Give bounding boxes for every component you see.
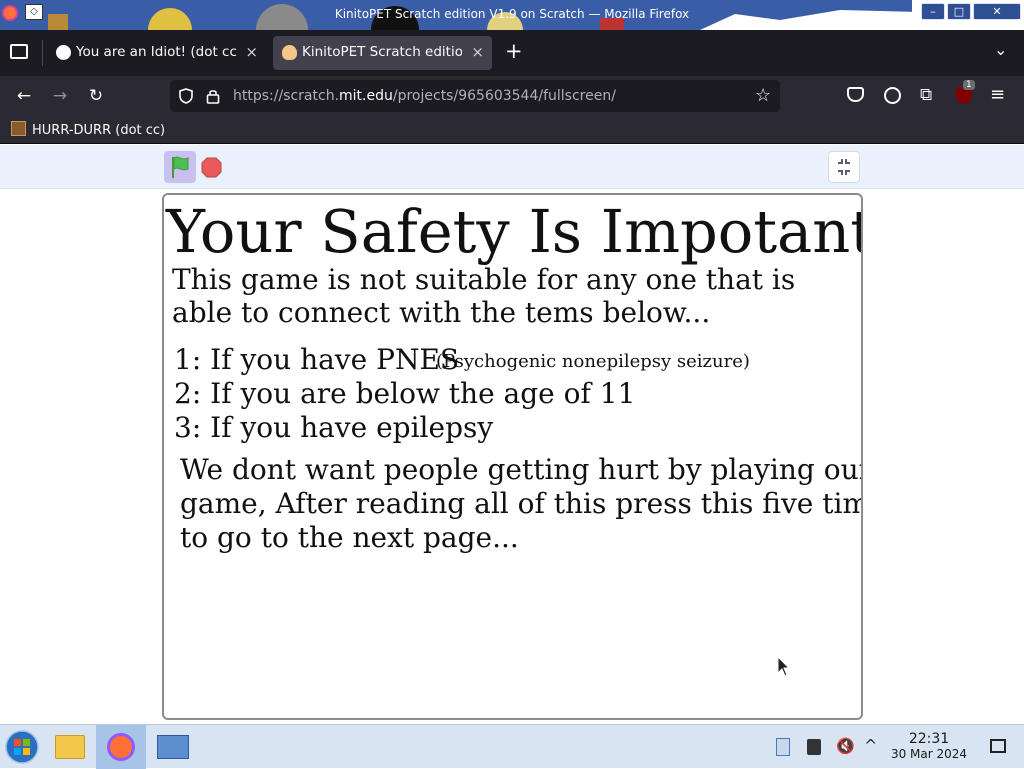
- chevron-up-icon[interactable]: ^: [864, 736, 877, 755]
- url-text[interactable]: https://scratch.mit.edu/projects/9656035…: [233, 88, 616, 104]
- clock-date: 30 Mar 2024: [890, 747, 968, 761]
- start-orb-icon: [5, 730, 39, 764]
- bookmark-star-icon[interactable]: ☆: [755, 85, 771, 106]
- green-flag-icon: [172, 156, 189, 178]
- tracking-protection-shield-icon[interactable]: [178, 88, 194, 104]
- clipboard-icon[interactable]: [776, 738, 790, 756]
- minimize-button[interactable]: –: [921, 3, 945, 20]
- hamburger-menu-icon[interactable]: ≡: [990, 84, 1005, 105]
- bookmark-favicon-icon: [11, 121, 26, 136]
- tab-close-icon[interactable]: ×: [471, 43, 484, 61]
- folder-icon: [55, 735, 85, 759]
- stop-sign-icon: [201, 157, 222, 178]
- window-title: KinitoPET Scratch edition V1.9 on Scratc…: [334, 7, 690, 21]
- requirement-item: 3: If you have epilepsy: [174, 411, 494, 444]
- close-window-button[interactable]: ✕: [973, 3, 1021, 20]
- list-all-tabs-chevron-down-icon[interactable]: ⌄: [994, 40, 1007, 59]
- firefox-icon: [107, 733, 135, 761]
- tab-kinitopet[interactable]: KinitoPET Scratch edition V1.9 on Scratc…: [273, 36, 492, 70]
- tab-label: You are an Idiot! (dot cc): [76, 44, 238, 60]
- storage-icon[interactable]: [807, 739, 821, 755]
- tab-divider: [42, 40, 43, 66]
- maximize-button[interactable]: □: [947, 3, 971, 20]
- pocket-icon[interactable]: [847, 87, 864, 102]
- exit-fullscreen-button[interactable]: [828, 151, 860, 183]
- stage-intro: This game is not suitable for any one th…: [172, 263, 795, 329]
- requirement-item: 2: If you are below the age of 11: [174, 377, 636, 410]
- start-button[interactable]: [0, 725, 50, 769]
- scratch-stage[interactable]: Your Safety Is Impotant. This game is no…: [162, 193, 863, 720]
- scratch-controls-bar: [0, 145, 1024, 189]
- new-tab-button[interactable]: +: [505, 39, 523, 63]
- tab-you-are-an-idiot[interactable]: You are an Idiot! (dot cc) ×: [47, 36, 266, 70]
- warning-line: to go to the next page...: [180, 521, 519, 554]
- taskbar-clock[interactable]: 22:31 30 Mar 2024: [888, 731, 970, 761]
- warning-line: We dont want people getting hurt by play…: [180, 453, 863, 486]
- tab-close-icon[interactable]: ×: [245, 43, 258, 61]
- green-flag-button[interactable]: [164, 151, 196, 183]
- bookmarks-toolbar: HURR-DURR (dot cc): [0, 116, 1024, 144]
- scratch-favicon-icon: [282, 45, 297, 60]
- smiley-favicon-icon: [56, 45, 71, 60]
- back-arrow-icon[interactable]: ←: [12, 84, 36, 108]
- pnes-note: (Psychogenic nonepilepsy seizure): [436, 351, 750, 372]
- taskbar-file-manager[interactable]: [46, 725, 96, 769]
- tab-list-icon[interactable]: [10, 44, 28, 59]
- intro-line: able to connect with the tems below...: [172, 296, 711, 329]
- show-desktop-icon[interactable]: [990, 739, 1006, 753]
- lock-icon[interactable]: [206, 88, 220, 104]
- stage-warning: We dont want people getting hurt by play…: [180, 453, 863, 555]
- taskbar-firefox[interactable]: [96, 725, 146, 769]
- intro-line: This game is not suitable for any one th…: [172, 263, 796, 296]
- stage-heading: Your Safety Is Impotant.: [166, 197, 863, 266]
- mouse-cursor-icon: [777, 656, 791, 677]
- tab-label: KinitoPET Scratch edition V1.9 on Scratc…: [302, 44, 462, 60]
- volume-muted-icon[interactable]: 🔇: [836, 737, 855, 755]
- window-titlebar[interactable]: ◇ KinitoPET Scratch edition V1.9 on Scra…: [0, 0, 1024, 30]
- extensions-puzzle-icon[interactable]: ⧉: [920, 85, 932, 105]
- extension-badge: 1: [963, 80, 975, 90]
- taskbar: 🔇 ^ 22:31 30 Mar 2024: [0, 724, 1024, 769]
- account-icon[interactable]: [884, 87, 901, 104]
- stop-button[interactable]: [201, 157, 222, 178]
- url-bar[interactable]: https://scratch.mit.edu/projects/9656035…: [170, 80, 780, 112]
- tab-strip: You are an Idiot! (dot cc) × KinitoPET S…: [0, 30, 1024, 76]
- exit-fullscreen-icon: [838, 159, 850, 175]
- warning-line: game, After reading all of this press th…: [180, 487, 863, 520]
- bookmark-hurr-durr[interactable]: HURR-DURR (dot cc): [11, 121, 165, 138]
- requirement-item: 1: If you have PNES: [174, 343, 460, 376]
- reload-icon[interactable]: ↻: [84, 84, 108, 108]
- clock-time: 22:31: [908, 731, 950, 747]
- forward-arrow-icon[interactable]: →: [48, 84, 72, 108]
- taskbar-system-monitor[interactable]: [148, 725, 198, 769]
- navigation-toolbar: ← → ↻ https://scratch.mit.edu/projects/9…: [0, 76, 1024, 116]
- computer-icon: [157, 735, 189, 759]
